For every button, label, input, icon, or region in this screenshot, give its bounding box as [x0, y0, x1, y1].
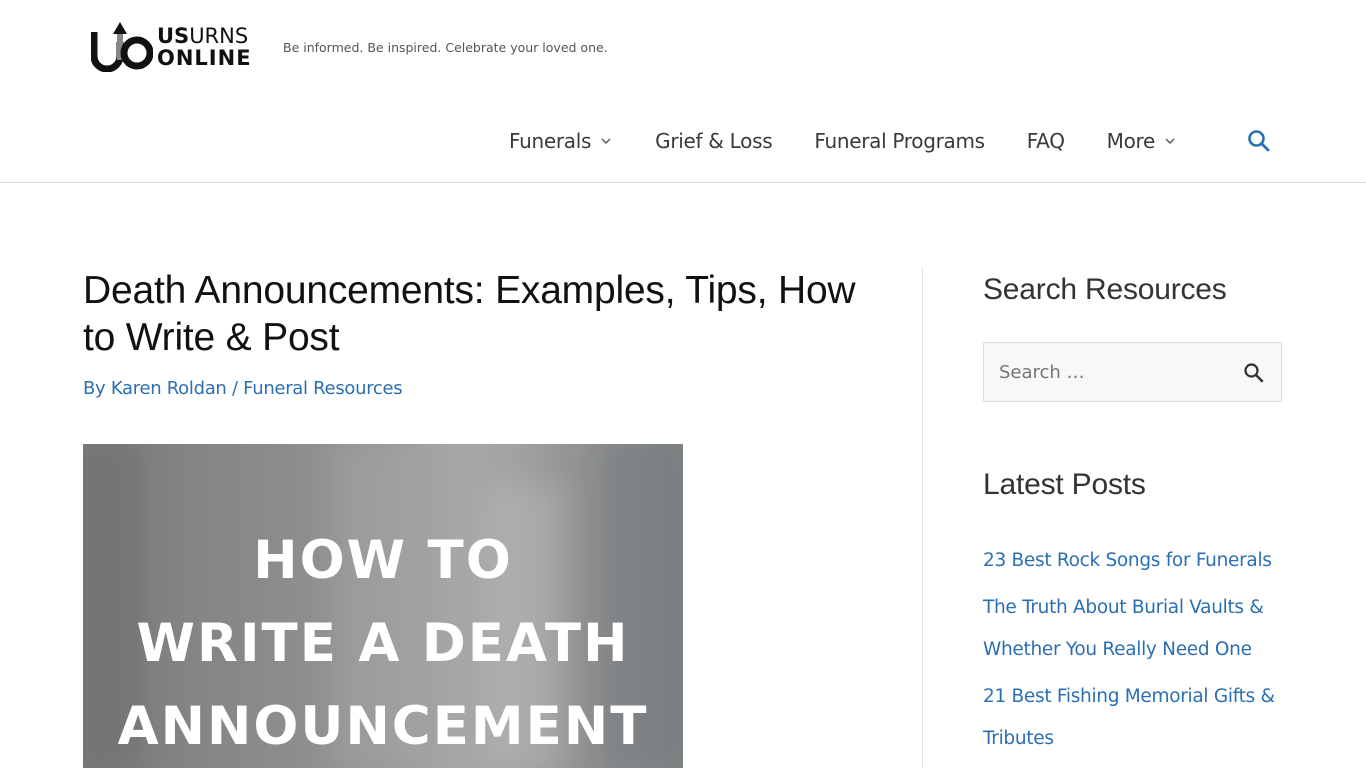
latest-post-link[interactable]: The Truth About Burial Vaults & Whether …	[983, 597, 1264, 660]
site-branding: USURNS ONLINE	[91, 22, 252, 72]
list-item: 21 Best Fishing Memorial Gifts & Tribute…	[983, 676, 1283, 760]
site-header: USURNS ONLINE Be informed. Be inspired. …	[0, 0, 1366, 183]
nav-item-faq[interactable]: FAQ	[1027, 129, 1065, 153]
site-tagline: Be informed. Be inspired. Celebrate your…	[283, 40, 608, 55]
latest-posts-list: 23 Best Rock Songs for Funerals The Trut…	[983, 540, 1283, 760]
featured-image-caption: HOW TO WRITE A DEATH ANNOUNCEMENT	[83, 519, 683, 768]
nav-item-funeral-programs[interactable]: Funeral Programs	[814, 129, 985, 153]
list-item: The Truth About Burial Vaults & Whether …	[983, 587, 1283, 671]
search-icon[interactable]	[1246, 128, 1272, 154]
nav-item-label: Funeral Programs	[814, 129, 985, 153]
logo-icon	[91, 22, 153, 72]
article-meta: By Karen Roldan / Funeral Resources	[83, 378, 883, 399]
featured-text-line: WRITE A DEATH	[136, 613, 630, 674]
latest-posts-title: Latest Posts	[983, 468, 1146, 501]
latest-post-link[interactable]: 23 Best Rock Songs for Funerals	[983, 550, 1272, 571]
nav-item-label: Funerals	[509, 129, 592, 153]
logo-text-online: ONLINE	[157, 46, 252, 70]
column-divider	[922, 267, 923, 768]
search-submit-icon[interactable]	[1242, 361, 1266, 385]
site-logo[interactable]: USURNS ONLINE	[91, 22, 252, 72]
article-title: Death Announcements: Examples, Tips, How…	[83, 269, 856, 359]
logo-text: USURNS ONLINE	[157, 25, 252, 69]
nav-item-label: FAQ	[1026, 129, 1065, 153]
meta-by-label: By	[83, 378, 106, 399]
search-widget-title: Search Resources	[983, 273, 1227, 306]
sidebar-search-form	[983, 342, 1282, 402]
nav-item-funerals[interactable]: Funerals	[509, 129, 613, 153]
logo-text-urns: URNS	[189, 24, 249, 48]
nav-item-label: More	[1106, 129, 1156, 153]
article-content: Death Announcements: Examples, Tips, How…	[83, 267, 883, 399]
logo-text-us: US	[157, 24, 190, 48]
nav-item-more[interactable]: More	[1107, 129, 1177, 153]
chevron-down-icon	[1165, 138, 1175, 144]
sidebar-search-input[interactable]	[984, 343, 1234, 401]
nav-item-grief-loss[interactable]: Grief & Loss	[655, 129, 773, 153]
chevron-down-icon	[601, 138, 611, 144]
main-navigation: Funerals Grief & Loss Funeral Programs F…	[509, 124, 1270, 158]
latest-post-link[interactable]: 21 Best Fishing Memorial Gifts & Tribute…	[983, 686, 1275, 749]
meta-separator: /	[231, 378, 238, 399]
list-item: 23 Best Rock Songs for Funerals	[983, 540, 1283, 582]
sidebar: Search Resources Latest Posts 23 Best Ro…	[983, 270, 1283, 765]
featured-text-line: ANNOUNCEMENT	[117, 696, 649, 757]
featured-image: HOW TO WRITE A DEATH ANNOUNCEMENT	[83, 444, 683, 768]
category-link[interactable]: Funeral Resources	[243, 378, 403, 399]
nav-item-label: Grief & Loss	[655, 129, 773, 153]
author-link[interactable]: Karen Roldan	[111, 378, 227, 399]
featured-text-line: HOW TO	[253, 530, 513, 591]
